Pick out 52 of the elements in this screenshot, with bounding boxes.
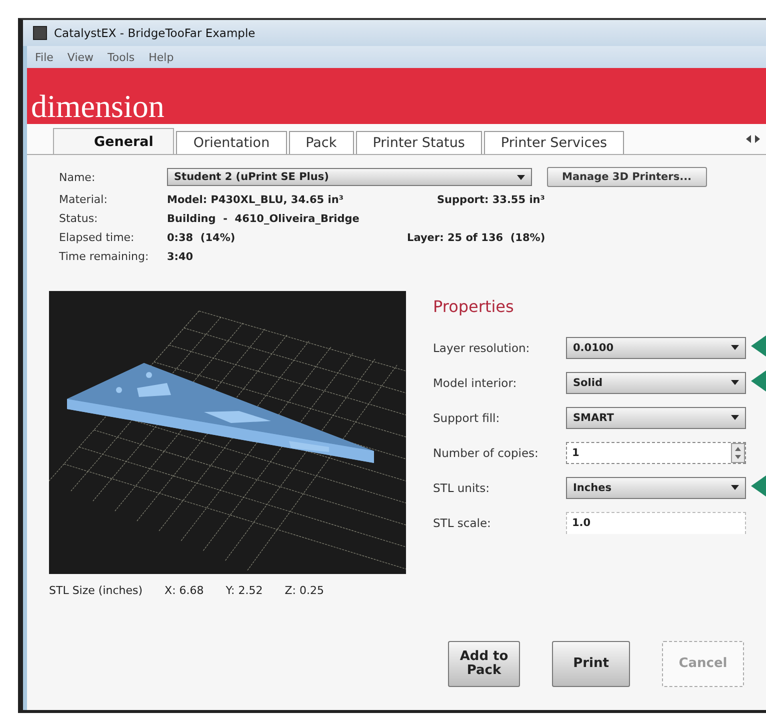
field-label: Time remaining: — [59, 250, 150, 263]
size-label: STL Size (inches) — [49, 584, 143, 597]
field-label: Material: — [59, 193, 108, 206]
manage-printers-button[interactable]: Manage 3D Printers... — [547, 167, 707, 187]
tab[interactable]: Pack — [288, 131, 354, 154]
printer-dropdown[interactable]: Student 2 (uPrint SE Plus) — [167, 168, 532, 186]
window-title: CatalystEX - BridgeTooFar Example — [54, 26, 256, 40]
section-heading: Properties — [433, 297, 515, 316]
dropdown-caret-icon — [731, 485, 739, 490]
action-button[interactable]: Add to Pack — [448, 641, 520, 687]
tab[interactable]: General — [53, 128, 174, 154]
scroll-left-icon[interactable] — [746, 135, 751, 143]
field-value: Support: 33.55 in³ — [437, 194, 545, 206]
field-label: Number of copies: — [433, 446, 540, 460]
field-label: Layer resolution: — [433, 340, 531, 354]
number-field[interactable]: 1 — [566, 442, 746, 464]
menu-item[interactable]: File — [35, 50, 54, 64]
field-label: Model interior: — [433, 376, 518, 390]
spinner-arrows-icon[interactable] — [731, 442, 745, 462]
size-value: X: 6.68 — [164, 584, 204, 597]
app-icon — [33, 26, 47, 40]
field-value: Model: P430XL_BLU, 34.65 in³ — [167, 194, 344, 206]
menu-item[interactable]: View — [67, 50, 94, 64]
field-value: Building - 4610_Oliveira_Bridge — [167, 212, 360, 224]
field-label: STL scale: — [433, 516, 492, 530]
logo: dimension — [31, 90, 164, 122]
menu-item[interactable]: Help — [148, 50, 174, 64]
dropdown-caret-icon — [731, 345, 739, 350]
action-button[interactable]: Print — [552, 641, 630, 687]
tab[interactable]: Printer Services — [484, 131, 624, 154]
field-label: STL units: — [433, 480, 491, 494]
dropdown[interactable]: SMART — [566, 406, 746, 428]
menu-item[interactable]: Tools — [108, 50, 135, 64]
tab[interactable]: Printer Status — [356, 131, 482, 154]
field-label: Status: — [59, 212, 99, 225]
size-value: Y: 2.52 — [226, 584, 263, 597]
field-value: 3:40 — [167, 250, 194, 262]
dropdown-caret-icon — [731, 380, 739, 385]
dropdown[interactable]: 0.0100 — [566, 336, 746, 358]
dropdown[interactable]: Inches — [566, 476, 746, 498]
scroll-right-icon[interactable] — [755, 135, 760, 143]
dropdown-caret-icon — [517, 174, 525, 180]
dropdown[interactable]: Solid — [566, 372, 746, 394]
field-label: Name: — [59, 170, 96, 184]
field-value: Layer: 25 of 136 (18%) — [407, 232, 546, 244]
size-value: Z: 0.25 — [284, 584, 324, 597]
dropdown-caret-icon — [731, 415, 739, 420]
field-value: 0:38 (14%) — [167, 232, 236, 244]
field-label: Support fill: — [433, 410, 501, 424]
field-label: Elapsed time: — [59, 231, 136, 244]
text-field[interactable]: 1.0 — [566, 512, 746, 534]
tab[interactable]: Orientation — [176, 131, 287, 154]
